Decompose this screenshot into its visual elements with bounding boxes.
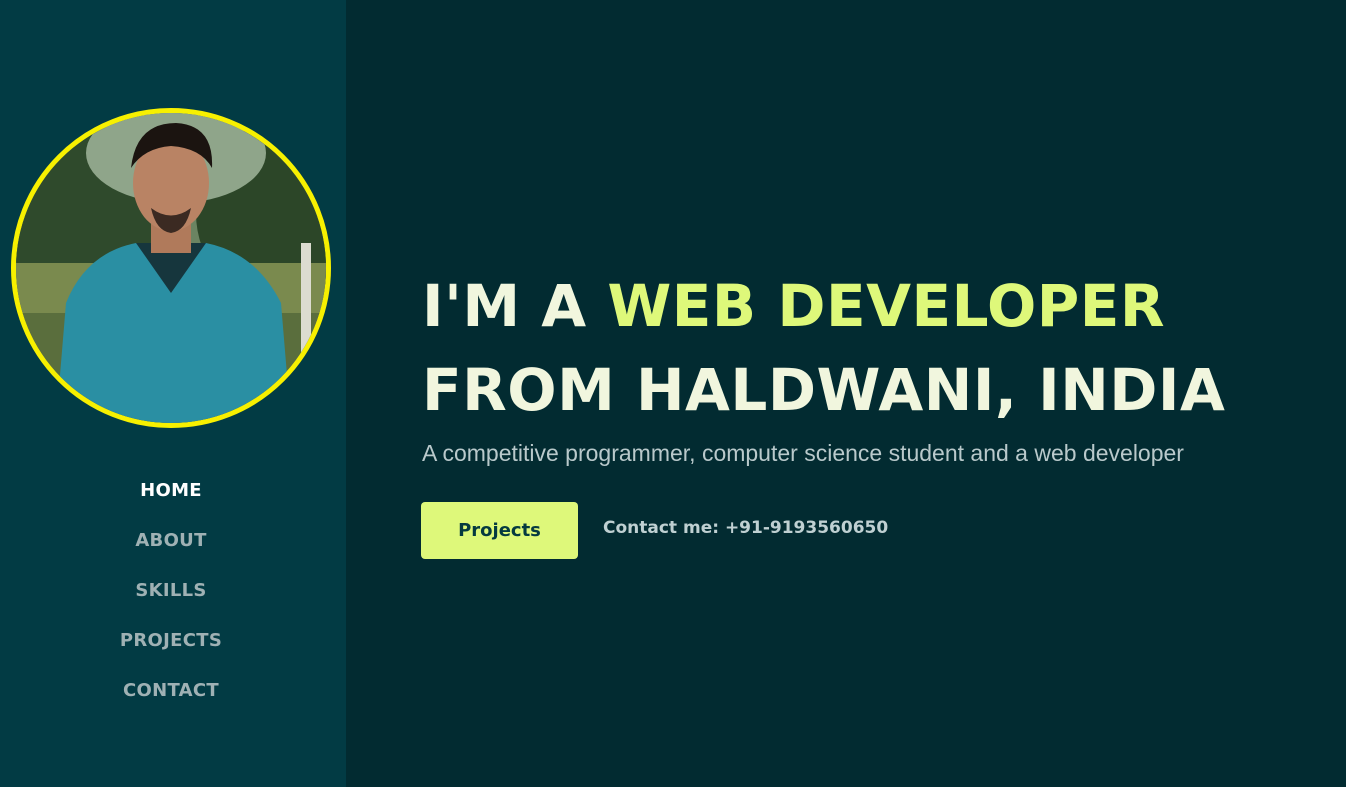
nav-item-home[interactable]: HOME [0,478,342,528]
nav-item-contact[interactable]: CONTACT [0,678,342,728]
main-content: I'M A WEB DEVELOPER FROM HALDWANI, INDIA… [346,0,1346,787]
nav-item-projects[interactable]: PROJECTS [0,628,342,678]
hero-headline: I'M A WEB DEVELOPER FROM HALDWANI, INDIA [422,264,1225,432]
nav-item-skills[interactable]: SKILLS [0,578,342,628]
profile-avatar [11,108,331,428]
projects-button[interactable]: Projects [421,502,578,559]
hero-tagline: A competitive programmer, computer scien… [422,440,1184,466]
headline-prefix: I'M A [422,272,608,340]
contact-info: Contact me: +91-9193560650 [603,518,889,538]
headline-highlight: WEB DEVELOPER [607,272,1166,340]
sidebar-nav: HOME ABOUT SKILLS PROJECTS CONTACT [0,478,342,728]
sidebar: HOME ABOUT SKILLS PROJECTS CONTACT [0,0,346,787]
nav-item-about[interactable]: ABOUT [0,528,342,578]
headline-line2: FROM HALDWANI, INDIA [422,356,1226,424]
profile-photo [16,113,326,423]
